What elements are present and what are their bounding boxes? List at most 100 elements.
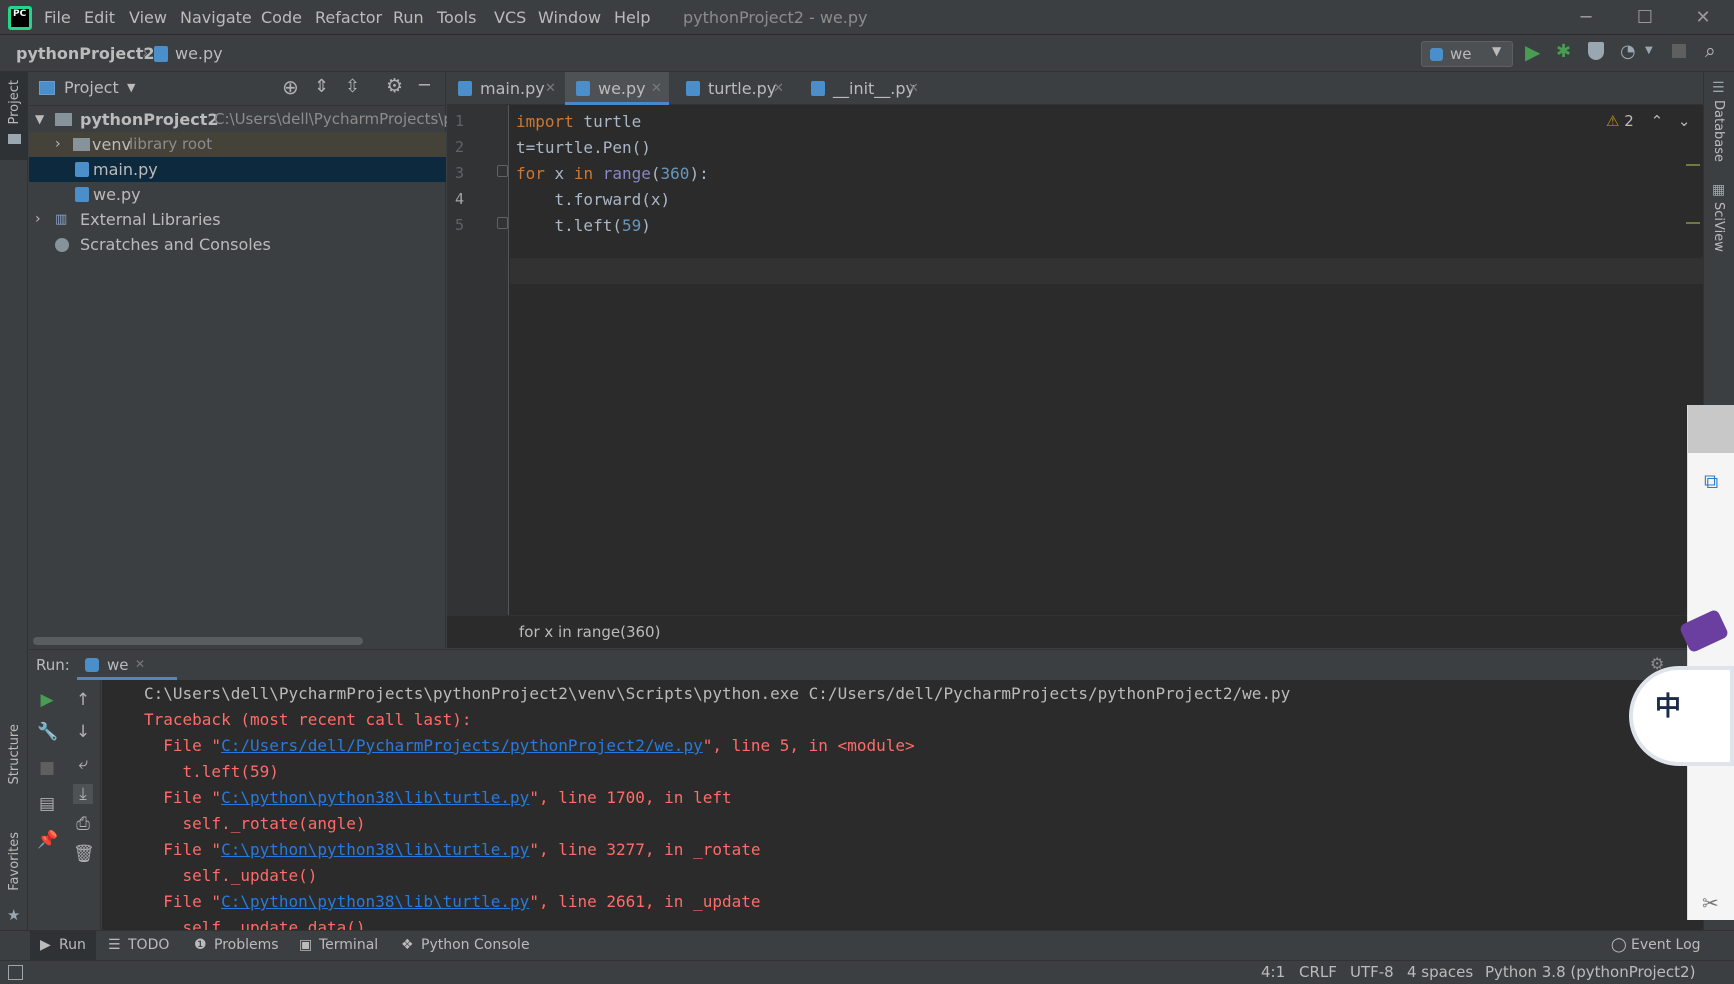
menu-help[interactable]: Help — [614, 8, 650, 27]
layout-icon[interactable]: ▤ — [37, 794, 57, 814]
indent-setting[interactable]: 4 spaces — [1407, 963, 1473, 981]
scroll-to-end-icon[interactable]: ⤓ — [73, 784, 93, 804]
dropdown-arrow-icon[interactable]: ▼ — [127, 81, 135, 94]
console-file-link[interactable]: C:\python\python38\lib\turtle.py — [221, 840, 529, 859]
tree-item-scratches[interactable]: Scratches and Consoles — [29, 232, 446, 257]
toolwindow-problems[interactable]: ❶ Problems — [186, 931, 286, 961]
menu-navigate[interactable]: Navigate — [180, 8, 252, 27]
file-encoding[interactable]: UTF-8 — [1350, 963, 1394, 981]
structure-tool-tab[interactable]: Structure — [0, 724, 28, 814]
chevron-right-icon[interactable]: › — [55, 132, 61, 157]
screenshot-icon[interactable]: ⧉ — [1704, 469, 1718, 493]
next-highlight-icon[interactable]: ⌄ — [1678, 112, 1691, 130]
chevron-right-icon[interactable]: › — [35, 207, 41, 232]
menu-refactor[interactable]: Refactor — [315, 8, 382, 27]
fold-icon[interactable] — [497, 217, 508, 229]
favorites-tool-tab[interactable]: Favorites ★ — [0, 832, 28, 928]
code-line-3[interactable]: for x in range(360): — [516, 164, 709, 183]
tree-item-we-py[interactable]: we.py — [29, 182, 446, 207]
debug-icon[interactable]: ✱ — [1556, 41, 1571, 62]
menu-run[interactable]: Run — [393, 8, 424, 27]
stop-icon[interactable] — [1672, 44, 1686, 58]
gear-icon[interactable]: ⚙ — [386, 75, 403, 97]
scissors-icon[interactable]: ✂ — [1702, 891, 1719, 915]
breadcrumb-file[interactable]: we.py — [175, 44, 223, 63]
toolwindow-todo[interactable]: ☰ TODO — [100, 931, 180, 961]
code-line-1[interactable]: import turtle — [516, 112, 641, 131]
arrow-down-icon[interactable]: ↓ — [73, 722, 93, 742]
console-file-link[interactable]: C:/Users/dell/PycharmProjects/pythonProj… — [221, 736, 703, 755]
project-tool-tab[interactable]: Project — [0, 72, 28, 160]
caret-position[interactable]: 4:1 — [1261, 963, 1285, 981]
database-tool-tab[interactable]: ☰ Database — [1704, 80, 1734, 172]
toolwindow-terminal[interactable]: ▣ Terminal — [291, 931, 381, 961]
close-icon[interactable]: ✕ — [908, 72, 919, 105]
menu-view[interactable]: View — [129, 8, 167, 27]
tab-main-py[interactable]: main.py ✕ — [447, 72, 564, 105]
tree-item-project-root[interactable]: ▼ pythonProject2 C:\Users\dell\PycharmPr… — [29, 107, 462, 132]
trash-icon[interactable]: 🗑 — [73, 844, 95, 864]
soft-wrap-icon[interactable]: ⤶ — [73, 754, 93, 774]
wrench-icon[interactable]: 🔧 — [37, 722, 58, 742]
console-file-link[interactable]: C:\python\python38\lib\turtle.py — [221, 788, 529, 807]
menu-code[interactable]: Code — [261, 8, 302, 27]
tree-item-venv[interactable]: › venv library root — [29, 132, 446, 157]
close-window-button[interactable]: ✕ — [1683, 6, 1723, 30]
profile-icon[interactable]: ◔ — [1620, 41, 1636, 62]
code-line-2[interactable]: t=turtle.Pen() — [516, 138, 651, 157]
console-file-link[interactable]: C:\python\python38\lib\turtle.py — [221, 892, 529, 911]
python-interpreter[interactable]: Python 3.8 (pythonProject2) — [1485, 963, 1695, 981]
run-config-selector[interactable]: we ▼ — [1421, 41, 1513, 67]
run-icon[interactable]: ▶ — [1525, 40, 1540, 64]
toolwindow-event-log[interactable]: ◯ Event Log — [1605, 931, 1705, 961]
print-icon[interactable]: ⎙ — [73, 814, 93, 834]
collapse-all-icon[interactable]: ⇳ — [345, 76, 360, 97]
close-icon[interactable]: ✕ — [545, 72, 556, 105]
tab-turtle-py[interactable]: turtle.py ✕ — [675, 72, 794, 105]
tree-item-external-libraries[interactable]: › ▥ External Libraries — [29, 207, 446, 232]
toggle-tool-windows-icon[interactable] — [8, 965, 23, 980]
tab-init-py[interactable]: __init__.py ✕ — [800, 72, 927, 105]
code-line-4[interactable]: t.forward(x) — [516, 190, 671, 209]
close-icon[interactable]: ✕ — [651, 72, 662, 105]
pin-icon[interactable]: 📌 — [37, 830, 58, 850]
breadcrumb-project[interactable]: pythonProject2 — [16, 44, 155, 63]
project-view-selector[interactable]: Project — [64, 78, 119, 97]
horizontal-scrollbar[interactable] — [33, 637, 363, 645]
chevron-down-icon[interactable]: ▼ — [35, 107, 44, 132]
stop-icon[interactable]: ■ — [37, 758, 57, 778]
mascot-ime-widget[interactable]: 中 — [1629, 666, 1734, 766]
hide-panel-icon[interactable]: ─ — [419, 75, 430, 96]
sciview-tool-tab[interactable]: ▦ SciView — [1704, 182, 1734, 274]
tree-item-main-py[interactable]: main.py — [29, 157, 446, 182]
expand-all-icon[interactable]: ⇕ — [314, 76, 329, 97]
run-tab-we[interactable]: we ✕ — [77, 650, 177, 680]
tab-we-py[interactable]: we.py ✕ — [565, 72, 669, 105]
menu-edit[interactable]: Edit — [84, 8, 115, 27]
breadcrumb-scope[interactable]: for x in range(360) — [519, 623, 660, 641]
inspection-widget[interactable]: ⚠ 2 ⌃ ⌄ — [1606, 112, 1691, 130]
close-icon[interactable]: ✕ — [773, 72, 784, 105]
console-output[interactable]: C:\Users\dell\PycharmProjects\pythonProj… — [102, 680, 1703, 931]
line-separator[interactable]: CRLF — [1299, 963, 1337, 981]
search-everywhere-icon[interactable]: ⌕ — [1705, 40, 1716, 62]
menu-vcs[interactable]: VCS — [494, 8, 526, 27]
error-stripe-mark[interactable] — [1686, 222, 1700, 224]
code-line-5[interactable]: t.left(59) — [516, 216, 651, 235]
previous-highlight-icon[interactable]: ⌃ — [1651, 112, 1664, 130]
toolwindow-python-console[interactable]: ❖ Python Console — [393, 931, 533, 961]
locate-icon[interactable]: ⊕ — [282, 75, 299, 99]
minimize-button[interactable]: ─ — [1566, 6, 1606, 30]
fold-icon[interactable] — [497, 165, 508, 177]
toolwindow-run[interactable]: ▶ Run — [30, 931, 96, 961]
menu-tools[interactable]: Tools — [437, 8, 476, 27]
coverage-icon[interactable] — [1588, 42, 1604, 60]
close-icon[interactable]: ✕ — [135, 657, 145, 671]
error-stripe-mark[interactable] — [1686, 164, 1700, 166]
rerun-icon[interactable]: ▶ — [37, 690, 57, 710]
menu-file[interactable]: File — [44, 8, 71, 27]
maximize-button[interactable]: ☐ — [1625, 6, 1665, 30]
arrow-up-icon[interactable]: ↑ — [73, 690, 93, 710]
menu-window[interactable]: Window — [538, 8, 601, 27]
profile-dropdown-icon[interactable]: ▼ — [1645, 45, 1653, 56]
